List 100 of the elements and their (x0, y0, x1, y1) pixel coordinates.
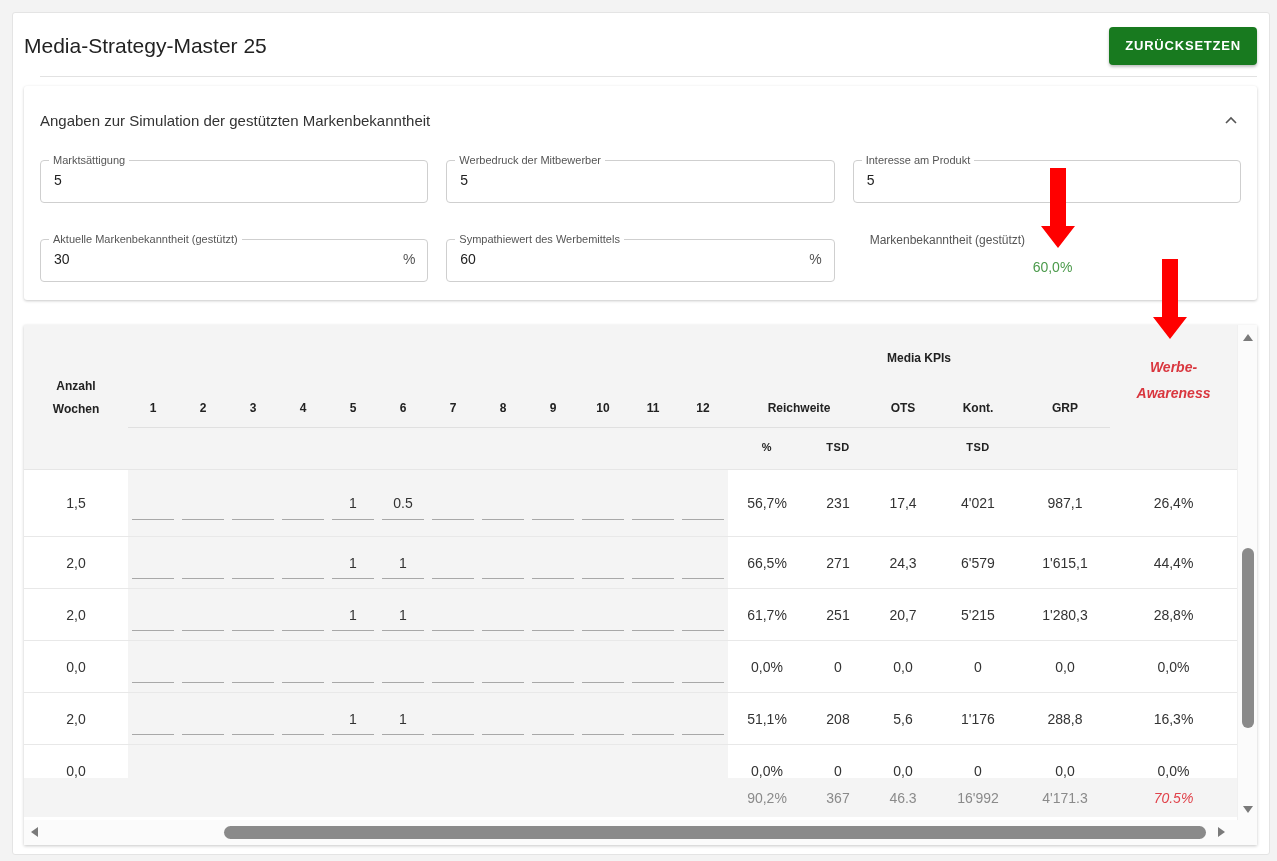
table-cell-text: 66,5% (746, 553, 788, 573)
plan-input[interactable]: 1 (328, 693, 378, 744)
plan-input[interactable]: 0.5 (378, 470, 428, 536)
plan-input[interactable] (678, 470, 728, 536)
table-cell-text: 0,0 (1054, 657, 1076, 677)
table-cell-text: 24,3 (888, 553, 918, 573)
table-cell-text: 0,0% (750, 761, 784, 778)
unit-header: TSD (825, 439, 851, 455)
column-header: 10 (595, 400, 611, 417)
plan-input[interactable] (678, 589, 728, 640)
field-value: 5 (866, 172, 876, 188)
table-cell-text: 1,5 (65, 494, 87, 513)
table-cell-text: 5'215 (960, 605, 996, 625)
table-cell-text: 1'176 (960, 709, 996, 729)
plan-input[interactable] (128, 537, 178, 588)
scroll-thumb[interactable] (1242, 548, 1254, 728)
table-cell-text: 208 (825, 709, 851, 729)
table-cell-text: 56,7% (746, 494, 788, 513)
table-cell-text: 6'579 (960, 553, 996, 573)
plan-input[interactable]: 1 (378, 589, 428, 640)
table-cell-text: 0 (833, 761, 843, 778)
total-cell-text: 16'992 (956, 788, 1000, 808)
scroll-down-icon[interactable] (1242, 803, 1254, 815)
table-cell-text: 0,0% (1156, 657, 1191, 677)
input-field[interactable]: Marktsättigung 5 (40, 154, 429, 203)
column-header: 5 (348, 400, 358, 417)
column-header: 12 (695, 400, 711, 417)
total-cell-text: 70.5% (1152, 788, 1195, 808)
scroll-up-icon[interactable] (1242, 332, 1254, 344)
reset-button[interactable]: ZURÜCKSETZEN (1109, 26, 1257, 65)
column-header: Anzahl Wochen (51, 378, 101, 418)
plan-input[interactable]: 1 (378, 693, 428, 744)
unit-label: % (402, 251, 416, 267)
column-header: 8 (498, 400, 508, 417)
field-label: Sympathiewert des Werbemittels (458, 233, 621, 245)
column-header: 4 (298, 400, 308, 417)
panel-title: Angaben zur Simulation der gestützten Markenbekanntheit (40, 111, 431, 129)
scroll-left-icon[interactable] (29, 826, 41, 838)
column-header: Reichweite (766, 400, 832, 417)
field-value: 5 (460, 172, 470, 188)
horizontal-scrollbar[interactable] (24, 820, 1257, 845)
table-cell-text: 288,8 (1046, 709, 1084, 729)
table-cell-text: 0,0 (1054, 761, 1076, 778)
unit-header: % (760, 439, 774, 455)
table-cell-text: 44,4% (1152, 553, 1195, 573)
table-cell-text: 987,1 (1046, 494, 1084, 513)
group-header: Media KPIs (886, 350, 952, 367)
page-title: Media-Strategy-Master 25 (24, 33, 267, 58)
table-cell-text: 0,0 (65, 761, 87, 778)
field-value: 5 (54, 172, 63, 188)
table-cell-text: 0,0% (1156, 761, 1191, 778)
field-value: 30 (54, 251, 71, 267)
table-cell-text: 0 (973, 761, 983, 778)
table-cell-text: 2,0 (65, 605, 87, 625)
plan-input[interactable] (128, 693, 178, 744)
plan-input[interactable]: 1 (378, 537, 428, 588)
table-cell-text: 26,4% (1152, 494, 1195, 513)
unit-label: % (809, 251, 822, 267)
table-cell-text: 0 (973, 657, 983, 677)
table-cell-text: 0,0 (892, 657, 914, 677)
table-cell-text: 28,8% (1152, 605, 1195, 625)
column-header: GRP (1051, 400, 1079, 417)
plan-input[interactable] (128, 641, 178, 692)
input-field[interactable]: Aktuelle Markenbekanntheit (gestützt) 30 % (40, 233, 429, 282)
scroll-thumb[interactable] (224, 826, 1206, 839)
column-header: Kont. (961, 400, 995, 417)
column-header: 6 (398, 400, 408, 417)
plan-input[interactable]: 1 (328, 470, 378, 536)
table-cell-text: 51,1% (746, 709, 788, 729)
plan-input[interactable] (128, 470, 178, 536)
field-label: Marktsättigung (52, 154, 127, 166)
table-cell-text: 61,7% (746, 605, 788, 625)
column-header: 3 (248, 400, 258, 417)
plan-input[interactable] (678, 693, 728, 744)
input-field[interactable]: Werbedruck der Mitbewerber 5 (446, 154, 835, 203)
table-cell-text: 2,0 (65, 709, 87, 729)
column-header: 7 (448, 400, 458, 417)
table-cell-text: 231 (825, 494, 851, 513)
plan-input[interactable] (128, 589, 178, 640)
table-cell-text: 0,0 (65, 657, 87, 677)
input-field[interactable]: Sympathiewert des Werbemittels 60 % (446, 233, 835, 282)
plan-input[interactable] (678, 641, 728, 692)
column-header: 9 (548, 400, 558, 417)
field-label: Interesse am Produkt (864, 154, 972, 166)
table-cell-text: 0,0% (750, 657, 784, 677)
vertical-scrollbar[interactable] (1237, 325, 1257, 820)
table-cell-text: 2,0 (65, 553, 87, 573)
table-cell-text: 251 (825, 605, 851, 625)
table-cell-text: 16,3% (1152, 709, 1195, 729)
plan-input[interactable] (678, 537, 728, 588)
scroll-right-icon[interactable] (1215, 826, 1227, 838)
plan-input[interactable]: 1 (328, 537, 378, 588)
column-header: 1 (148, 400, 158, 417)
field-label: Aktuelle Markenbekanntheit (gestützt) (52, 233, 239, 245)
result-label: Markenbekanntheit (gestützt) (869, 233, 1026, 247)
plan-input[interactable]: 1 (328, 589, 378, 640)
table-cell-text: 1'280,3 (1041, 605, 1089, 625)
collapse-icon[interactable] (1225, 116, 1237, 124)
result-value: 60,0% (1032, 259, 1073, 275)
table-cell-text: 17,4 (888, 494, 918, 513)
